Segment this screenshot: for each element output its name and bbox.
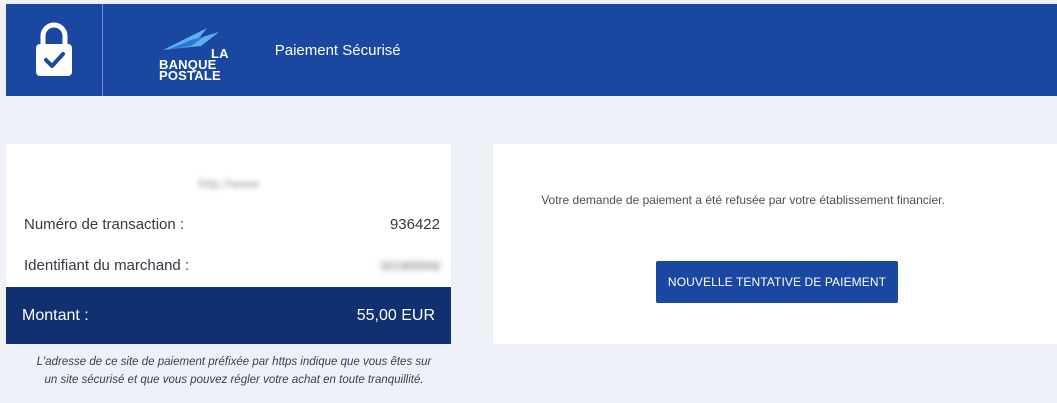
payment-page: LA BANQUE POSTALE Paiement Sécurisé http…: [0, 0, 1057, 403]
payment-result-card: Votre demande de paiement a été refusée …: [493, 144, 1057, 344]
transaction-label: Numéro de transaction :: [24, 216, 185, 233]
merchant-name: http://www: [198, 176, 259, 191]
retry-payment-button[interactable]: NOUVELLE TENTATIVE DE PAIEMENT: [656, 261, 898, 303]
security-note-line-1: L'adresse de ce site de paiement préfixé…: [36, 356, 432, 368]
lock-check-icon: [36, 22, 72, 76]
transaction-value: 936422: [389, 216, 440, 233]
refusal-message: Votre demande de paiement a été refusée …: [541, 193, 945, 207]
merchant-id-label: Identifiant du marchand :: [24, 257, 190, 274]
amount-bar: Montant : 55,00 EUR: [6, 287, 451, 344]
transaction-row: Numéro de transaction : 936422: [24, 216, 440, 233]
transaction-summary-card: http://www Numéro de transaction : 93642…: [6, 144, 451, 344]
amount-value: 55,00 EUR: [356, 306, 435, 324]
security-note: L'adresse de ce site de paiement préfixé…: [6, 353, 462, 389]
amount-label: Montant :: [22, 306, 89, 324]
page-title: Paiement Sécurisé: [274, 41, 401, 59]
brand-logo: LA BANQUE POSTALE: [159, 4, 229, 96]
merchant-id-value: 301969948: [379, 258, 440, 273]
brand-line-postale: POSTALE: [159, 67, 221, 83]
header-bar: LA BANQUE POSTALE Paiement Sécurisé: [6, 4, 1057, 96]
bird-logo-icon: [163, 28, 219, 50]
merchant-id-row: Identifiant du marchand : 301969948: [24, 257, 440, 274]
lock-area: [6, 4, 103, 96]
security-note-line-2: un site sécurisé et que vous pouvez régl…: [44, 374, 424, 386]
